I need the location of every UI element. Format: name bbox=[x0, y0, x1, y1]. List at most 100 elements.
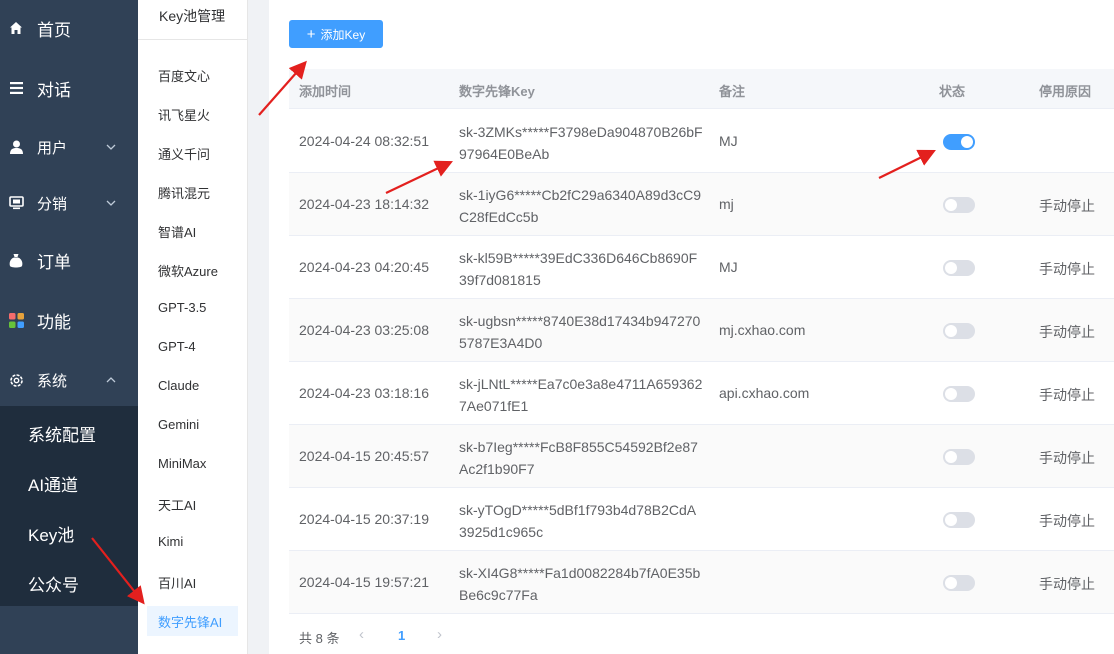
cell-key: sk-XI4G8*****Fa1d0082284b7fA0E35bBe6c9c7… bbox=[459, 565, 701, 603]
divider bbox=[138, 39, 248, 40]
provider-item[interactable]: MiniMax bbox=[158, 456, 206, 471]
cell-note: mj bbox=[719, 196, 734, 212]
toggle-knob bbox=[945, 451, 957, 463]
cell-reason: 手动停止 bbox=[1039, 261, 1095, 277]
provider-item[interactable]: 腾讯混元 bbox=[158, 183, 210, 202]
cell-time: 2024-04-23 03:25:08 bbox=[299, 322, 429, 338]
cell-key: sk-yTOgD*****5dBf1f793b4d78B2CdA3925d1c9… bbox=[459, 502, 697, 540]
cell-note: MJ bbox=[719, 259, 738, 275]
toggle-knob bbox=[945, 199, 957, 211]
provider-item[interactable]: 天工AI bbox=[158, 495, 196, 514]
status-toggle[interactable] bbox=[943, 449, 975, 465]
table-row: 2024-04-23 03:18:16 sk-jLNtL*****Ea7c0e3… bbox=[289, 362, 1114, 425]
chevron-down-icon bbox=[106, 144, 116, 150]
cell-time: 2024-04-23 03:18:16 bbox=[299, 385, 429, 401]
toggle-knob bbox=[945, 577, 957, 589]
provider-item[interactable]: GPT-4 bbox=[158, 339, 196, 354]
nav-label: 系统 bbox=[37, 372, 68, 390]
monitor-icon bbox=[8, 195, 24, 211]
provider-item[interactable]: Gemini bbox=[158, 417, 199, 432]
cell-reason: 手动停止 bbox=[1039, 450, 1095, 466]
cell-key: sk-b7Ieg*****FcB8F855C54592Bf2e87Ac2f1b9… bbox=[459, 439, 698, 477]
cell-time: 2024-04-15 20:45:57 bbox=[299, 448, 429, 464]
provider-item[interactable]: 百度文心 bbox=[158, 66, 210, 85]
provider-item[interactable]: Kimi bbox=[158, 534, 183, 549]
home-icon bbox=[8, 20, 24, 36]
table-header: 添加时间 数字先锋Key 备注 状态 停用原因 bbox=[289, 69, 1114, 109]
cell-key: sk-kl59B*****39EdC336D646Cb8690F39f7d081… bbox=[459, 250, 698, 288]
cell-note: MJ bbox=[719, 133, 738, 149]
nav-item-system[interactable]: 系统 bbox=[0, 352, 138, 408]
nav-item-chat[interactable]: 对话 bbox=[0, 60, 138, 116]
user-icon bbox=[8, 139, 24, 155]
provider-panel: Key池管理 百度文心 讯飞星火 通义千问 腾讯混元 智谱AI 微软Azure … bbox=[138, 0, 248, 654]
toggle-knob bbox=[945, 388, 957, 400]
cell-reason: 手动停止 bbox=[1039, 513, 1095, 529]
provider-item[interactable]: 百川AI bbox=[158, 573, 196, 592]
pagination-page[interactable]: 1 bbox=[398, 628, 405, 643]
provider-item[interactable]: 讯飞星火 bbox=[158, 105, 210, 124]
nav-item-orders[interactable]: 订单 bbox=[0, 232, 138, 288]
cell-note: mj.cxhao.com bbox=[719, 322, 806, 338]
submenu-item-ai-channel[interactable]: AI通道 bbox=[28, 471, 78, 496]
toggle-knob bbox=[945, 514, 957, 526]
cell-reason: 手动停止 bbox=[1039, 387, 1095, 403]
gear-icon bbox=[8, 372, 24, 388]
chevron-left-icon[interactable]: ‹ bbox=[359, 626, 364, 643]
table-row: 2024-04-23 03:25:08 sk-ugbsn*****8740E38… bbox=[289, 299, 1114, 362]
column-header-key: 数字先锋Key bbox=[459, 84, 535, 99]
cell-key: sk-jLNtL*****Ea7c0e3a8e4711A6593627Ae071… bbox=[459, 376, 703, 414]
cell-time: 2024-04-24 08:32:51 bbox=[299, 133, 429, 149]
status-toggle[interactable] bbox=[943, 512, 975, 528]
submenu-item-official-account[interactable]: 公众号 bbox=[28, 571, 79, 596]
cell-note: api.cxhao.com bbox=[719, 385, 810, 401]
table-row: 2024-04-15 19:57:21 sk-XI4G8*****Fa1d008… bbox=[289, 551, 1114, 614]
provider-item[interactable]: Claude bbox=[158, 378, 199, 393]
status-toggle[interactable] bbox=[943, 323, 975, 339]
provider-item[interactable]: 通义千问 bbox=[158, 144, 210, 163]
status-toggle[interactable] bbox=[943, 134, 975, 150]
nav-label: 分销 bbox=[37, 195, 68, 213]
list-icon bbox=[8, 80, 24, 96]
column-header-time: 添加时间 bbox=[299, 84, 352, 99]
nav-item-home[interactable]: 首页 bbox=[0, 0, 138, 56]
cell-key: sk-1iyG6*****Cb2fC29a6340A89d3cC9C28fEdC… bbox=[459, 187, 702, 225]
status-toggle[interactable] bbox=[943, 260, 975, 276]
table-row: 2024-04-23 18:14:32 sk-1iyG6*****Cb2fC29… bbox=[289, 173, 1114, 236]
provider-item[interactable]: GPT-3.5 bbox=[158, 300, 206, 315]
cell-time: 2024-04-15 19:57:21 bbox=[299, 574, 429, 590]
status-toggle[interactable] bbox=[943, 197, 975, 213]
main-content: + 添加Key 添加时间 数字先锋Key 备注 状态 停用原因 2024-04-… bbox=[269, 0, 1114, 654]
submenu-item-key-pool[interactable]: Key池 bbox=[28, 521, 74, 546]
status-toggle[interactable] bbox=[943, 575, 975, 591]
chevron-right-icon[interactable]: › bbox=[437, 626, 442, 643]
chevron-down-icon bbox=[106, 200, 116, 206]
chevron-up-icon bbox=[106, 377, 116, 383]
cell-reason: 手动停止 bbox=[1039, 576, 1095, 592]
toggle-knob bbox=[945, 325, 957, 337]
nav-item-users[interactable]: 用户 bbox=[0, 119, 138, 175]
provider-item[interactable]: 智谱AI bbox=[158, 222, 196, 241]
nav-label: 对话 bbox=[37, 80, 71, 100]
cell-time: 2024-04-15 20:37:19 bbox=[299, 511, 429, 527]
nav-item-distribution[interactable]: 分销 bbox=[0, 175, 138, 231]
app-root: 首页 对话 用户 分销 订单 功能 系统 系统配置 AI通道 Key池 公众号 … bbox=[0, 0, 1114, 654]
nav-label: 功能 bbox=[37, 312, 71, 332]
table-row: 2024-04-23 04:20:45 sk-kl59B*****39EdC33… bbox=[289, 236, 1114, 299]
nav-label: 首页 bbox=[37, 20, 71, 40]
pagination-total: 共 8 条 bbox=[299, 631, 340, 646]
provider-item[interactable]: 微软Azure bbox=[158, 261, 218, 280]
add-key-label: 添加Key bbox=[320, 27, 366, 42]
table-row: 2024-04-15 20:37:19 sk-yTOgD*****5dBf1f7… bbox=[289, 488, 1114, 551]
provider-item-active[interactable]: 数字先锋AI bbox=[158, 612, 222, 631]
grid-icon bbox=[8, 312, 24, 328]
cell-reason: 手动停止 bbox=[1039, 198, 1095, 214]
money-bag-icon bbox=[8, 252, 24, 268]
toggle-knob bbox=[961, 136, 973, 148]
status-toggle[interactable] bbox=[943, 386, 975, 402]
add-key-button[interactable]: + 添加Key bbox=[289, 20, 383, 48]
nav-item-features[interactable]: 功能 bbox=[0, 292, 138, 348]
plus-icon: + bbox=[306, 25, 316, 43]
table-row: 2024-04-24 08:32:51 sk-3ZMKs*****F3798eD… bbox=[289, 110, 1114, 173]
submenu-item-system-config[interactable]: 系统配置 bbox=[28, 421, 96, 446]
